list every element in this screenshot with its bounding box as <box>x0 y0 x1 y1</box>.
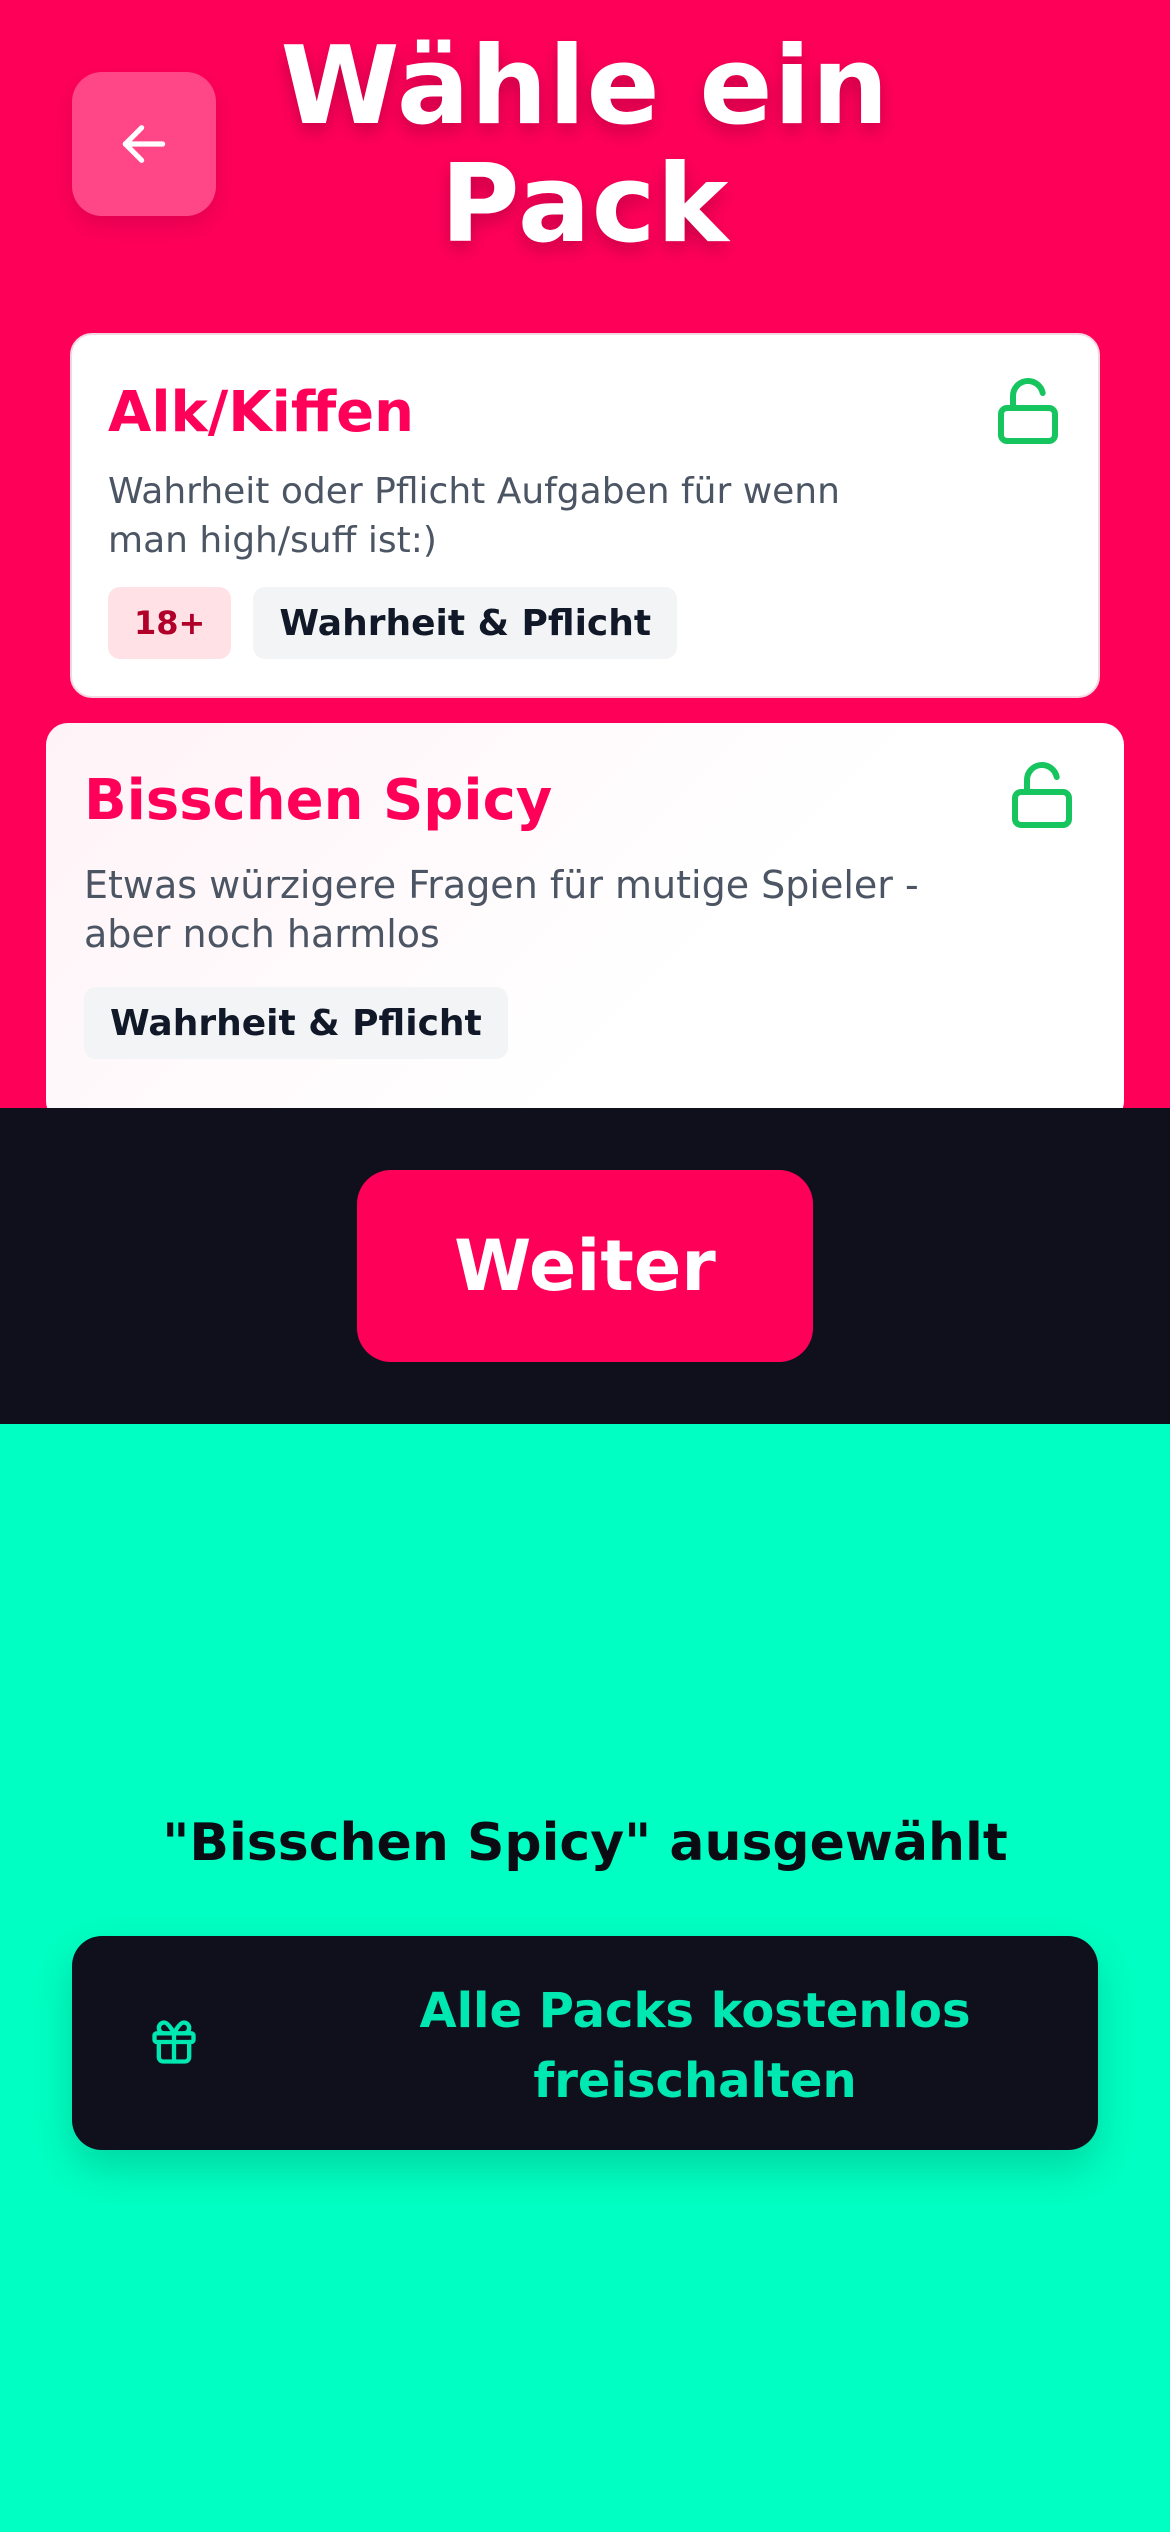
page-title: Wähle ein Pack <box>280 24 890 267</box>
pack-tags: 18+ Wahrheit & Pflicht <box>108 587 678 659</box>
pack-tags: Wahrheit & Pflicht <box>84 987 508 1059</box>
selected-pack-text: "Bisschen Spicy" ausgewählt <box>162 1813 1008 1873</box>
pack-selection-area: Wähle ein Pack Alk/Kiffen Wahrheit oder … <box>0 0 1170 1108</box>
gift-icon <box>152 2020 196 2064</box>
age-badge: 18+ <box>108 587 232 659</box>
unlocked-padlock-icon <box>998 378 1058 444</box>
mode-badge: Wahrheit & Pflicht <box>84 987 508 1059</box>
arrow-left-icon <box>122 125 166 163</box>
next-button[interactable]: Weiter <box>357 1170 813 1362</box>
unlock-all-packs-button[interactable]: Alle Packs kostenlos freischalten <box>72 1936 1098 2150</box>
pack-title: Alk/Kiffen <box>108 380 415 445</box>
pack-card-bisschen-spicy[interactable]: Bisschen Spicy Etwas würzigere Fragen fü… <box>46 723 1124 1108</box>
pack-description: Wahrheit oder Pflicht Aufgaben für wenn … <box>108 471 840 561</box>
unlock-all-packs-label: Alle Packs kostenlos freischalten <box>419 1983 971 2109</box>
back-button[interactable] <box>72 72 216 216</box>
pack-description: Etwas würzigere Fragen für mutige Spiele… <box>84 863 919 956</box>
pack-title: Bisschen Spicy <box>84 768 553 833</box>
pack-card-alk-kiffen[interactable]: Alk/Kiffen Wahrheit oder Pflicht Aufgabe… <box>70 333 1100 698</box>
mode-badge: Wahrheit & Pflicht <box>253 587 678 659</box>
unlocked-padlock-icon <box>1012 762 1072 828</box>
